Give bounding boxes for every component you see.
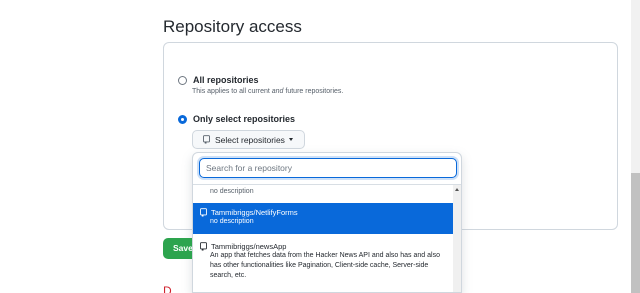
all-repositories-radio[interactable] bbox=[178, 76, 187, 85]
danger-heading-peek: D bbox=[163, 285, 172, 293]
only-select-radio[interactable] bbox=[178, 115, 187, 124]
repository-list: no description Tammibriggs/NetlifyForms … bbox=[193, 185, 461, 292]
repository-search-input[interactable] bbox=[199, 158, 457, 178]
repo-name: Tammibriggs/NetlifyForms bbox=[211, 208, 298, 217]
scroll-up-icon[interactable] bbox=[455, 188, 459, 191]
repo-description: An app that fetches data from the Hacker… bbox=[210, 252, 440, 279]
repo-icon bbox=[200, 208, 207, 217]
all-repositories-label: All repositories bbox=[193, 75, 259, 85]
only-select-option[interactable]: Only select repositories bbox=[178, 113, 295, 126]
list-item[interactable]: Tammibriggs/NetlifyForms no description bbox=[193, 203, 453, 234]
dropdown-scrollbar[interactable] bbox=[453, 185, 461, 292]
all-repositories-note: This applies to all current and future r… bbox=[192, 88, 344, 95]
chevron-down-icon bbox=[288, 138, 293, 141]
repository-dropdown: no description Tammibriggs/NetlifyForms … bbox=[192, 152, 462, 293]
repo-description: no description bbox=[210, 218, 254, 225]
select-repositories-label: Select repositories bbox=[215, 134, 285, 145]
repo-name: Tammibriggs/newsApp bbox=[211, 242, 287, 251]
page-scrollbar-thumb[interactable] bbox=[631, 173, 640, 293]
select-repositories-button[interactable]: Select repositories bbox=[192, 130, 305, 149]
repo-description: no description bbox=[210, 188, 254, 195]
page-title: Repository access bbox=[163, 17, 302, 36]
repo-icon bbox=[203, 135, 210, 144]
only-select-label: Only select repositories bbox=[193, 114, 296, 124]
all-repositories-option[interactable]: All repositories bbox=[178, 74, 259, 87]
list-item[interactable]: no description bbox=[193, 187, 453, 197]
list-item[interactable]: Tammibriggs/newsApp An app that fetches … bbox=[193, 240, 453, 281]
repo-icon bbox=[200, 242, 207, 251]
save-button[interactable]: Save bbox=[163, 238, 192, 259]
